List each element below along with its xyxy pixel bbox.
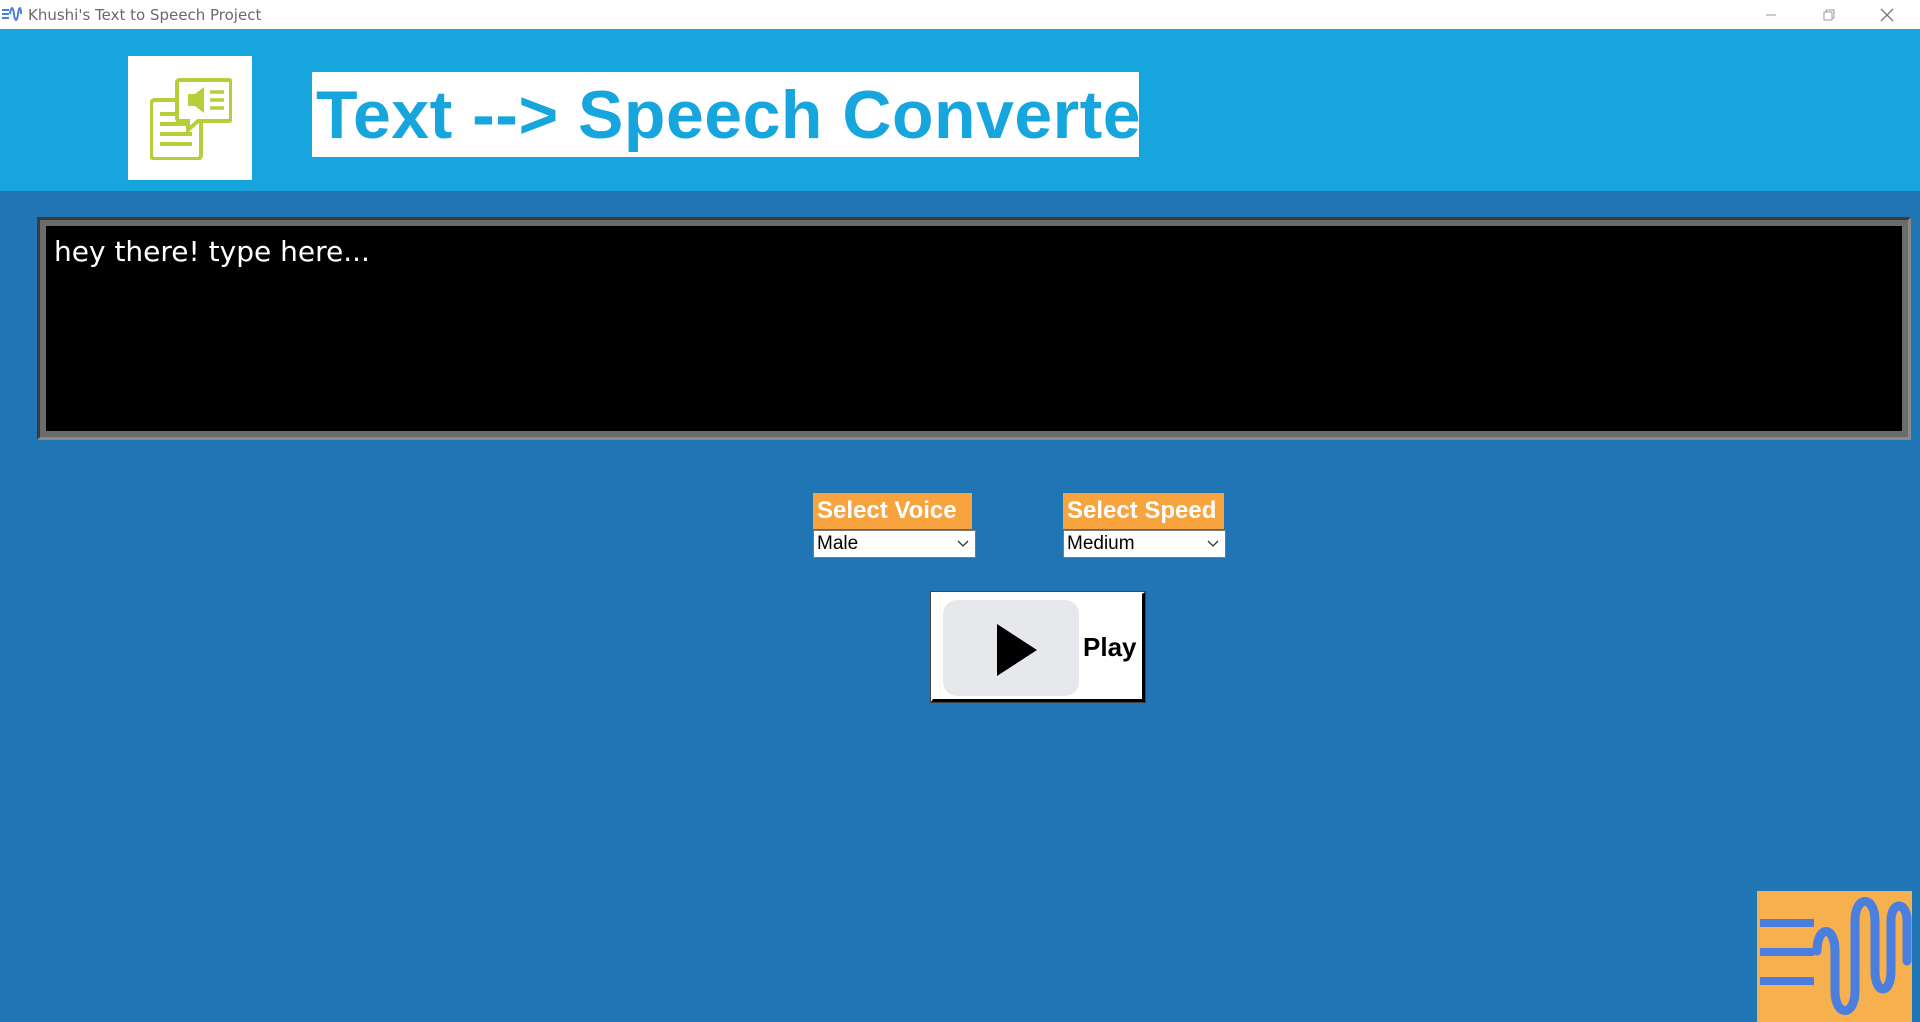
sound-wave-logo-icon: [1760, 897, 1912, 1015]
app-icon: [2, 6, 22, 22]
minimize-button[interactable]: [1742, 0, 1800, 29]
play-icon: [997, 624, 1037, 676]
text-input-frame: [37, 217, 1911, 440]
text-input[interactable]: [46, 226, 1902, 431]
chevron-down-icon: [1207, 540, 1219, 547]
window-titlebar: Khushi's Text to Speech Project: [0, 0, 1920, 29]
chevron-down-icon: [957, 540, 969, 547]
speech-document-icon: [150, 78, 232, 160]
close-icon: [1880, 8, 1894, 21]
play-button[interactable]: Play: [930, 591, 1146, 703]
header-banner: Text --> Speech Converter: [0, 29, 1920, 191]
voice-select-value: Male: [817, 533, 859, 554]
restore-button[interactable]: [1800, 0, 1858, 29]
close-button[interactable]: [1858, 0, 1916, 29]
select-voice-label: Select Voice: [813, 493, 972, 529]
corner-logo: [1757, 891, 1912, 1022]
voice-select[interactable]: Male: [813, 530, 976, 558]
speed-select-value: Medium: [1067, 533, 1135, 554]
window-title: Khushi's Text to Speech Project: [28, 6, 262, 24]
app-logo: [128, 56, 252, 180]
select-speed-label: Select Speed: [1063, 493, 1224, 529]
play-button-label: Play: [1083, 632, 1137, 662]
play-icon-tile: [943, 600, 1079, 696]
restore-icon: [1823, 9, 1835, 20]
page-title: Text --> Speech Converter: [316, 76, 1169, 153]
speed-select[interactable]: Medium: [1063, 530, 1226, 558]
title-box: Text --> Speech Converter: [312, 72, 1168, 157]
minimize-icon: [1766, 14, 1776, 15]
